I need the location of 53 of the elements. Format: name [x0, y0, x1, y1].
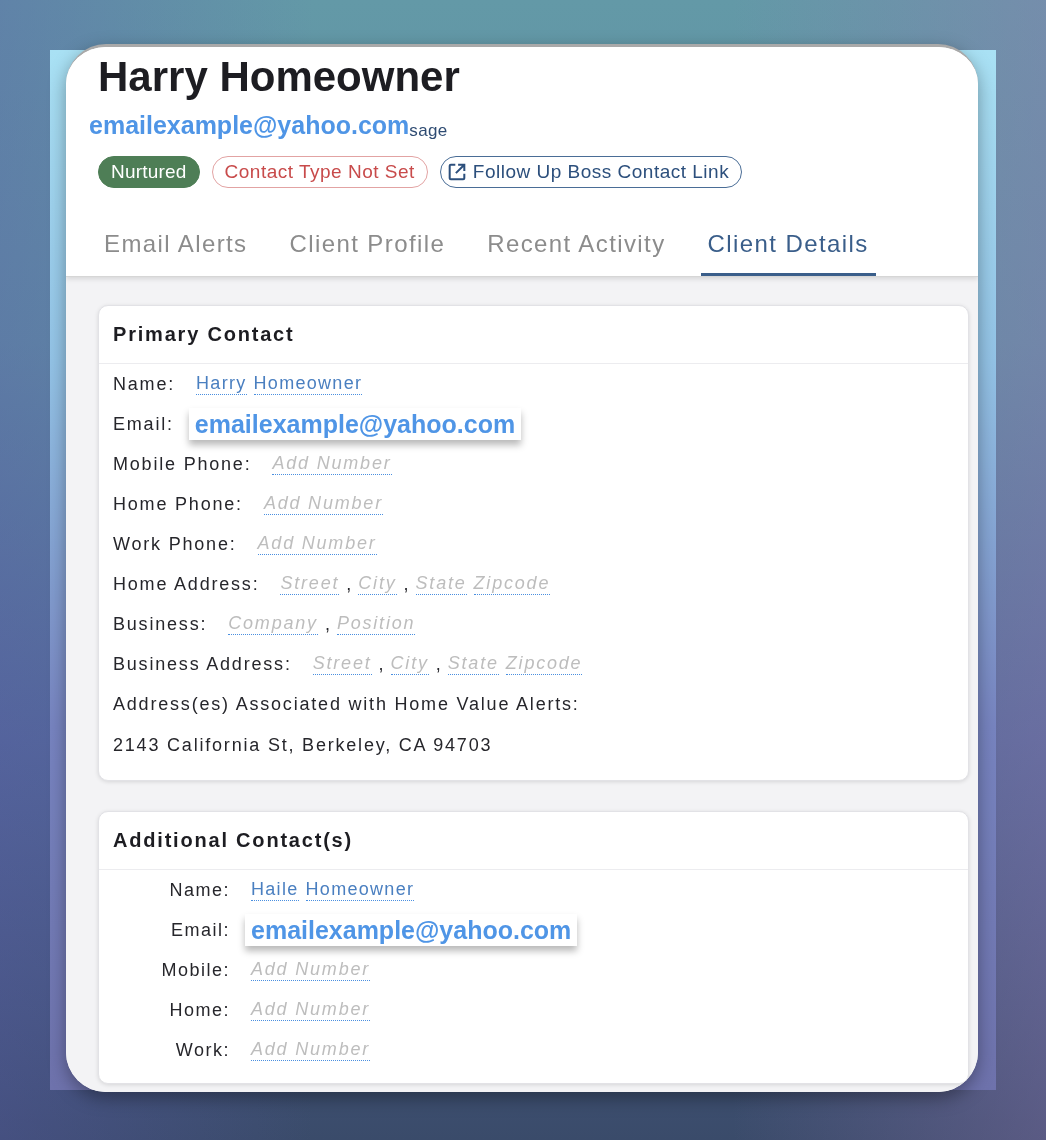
- inline-edit-field[interactable]: Add Number: [251, 1039, 371, 1061]
- field-label: Name:: [169, 879, 230, 901]
- inline-edit-field[interactable]: Homeowner: [253, 373, 363, 395]
- inline-edit-field[interactable]: Homeowner: [305, 879, 415, 901]
- field-label: Home Phone:: [113, 493, 243, 515]
- field-label: Mobile Phone:: [113, 453, 252, 475]
- address-text: 2143 California St, Berkeley, CA 94703: [113, 734, 493, 756]
- field-label: Address(es) Associated with Home Value Alerts:: [113, 693, 580, 715]
- inline-edit-field[interactable]: Haile: [251, 879, 299, 901]
- field-label: Email:: [171, 919, 230, 941]
- field-label: Mobile:: [161, 959, 230, 981]
- separator-text: ,: [378, 653, 384, 675]
- contact-link-button[interactable]: Follow Up Boss Contact Link: [439, 156, 743, 188]
- inline-edit-field[interactable]: Zipcode: [473, 573, 551, 595]
- contact-name: Harry Homeowner: [98, 52, 460, 102]
- separator-text: ,: [346, 573, 352, 595]
- inline-edit-field[interactable]: Zipcode: [505, 653, 583, 675]
- inline-edit-field[interactable]: Add Number: [272, 453, 392, 475]
- partial-text: sage: [409, 121, 448, 141]
- field-label: Business Address:: [113, 653, 292, 675]
- inline-edit-field[interactable]: State: [415, 573, 467, 595]
- inline-edit-field[interactable]: Add Number: [263, 493, 383, 515]
- inline-edit-field[interactable]: Company: [228, 613, 318, 635]
- card-title: Primary Contact: [113, 323, 295, 346]
- field-label: Home Address:: [113, 573, 260, 595]
- separator-text: ,: [403, 573, 409, 595]
- inline-edit-field[interactable]: City: [390, 653, 429, 675]
- external-link-icon: [447, 163, 466, 181]
- inline-edit-field[interactable]: Street: [312, 653, 372, 675]
- separator-text: ,: [324, 613, 330, 635]
- field-label: Work:: [175, 1039, 230, 1061]
- inline-edit-field[interactable]: Street: [280, 573, 340, 595]
- inline-edit-field[interactable]: Add Number: [251, 959, 371, 981]
- field-label: Name:: [113, 373, 175, 395]
- inline-edit-field[interactable]: Position: [336, 613, 416, 635]
- field-label: Home:: [169, 999, 230, 1021]
- status-badge: Nurtured: [98, 156, 200, 188]
- tab[interactable]: Recent Activity: [480, 215, 673, 276]
- field-label: Business:: [113, 613, 208, 635]
- email-text: emailexample@yahoo.com: [188, 408, 522, 440]
- field-label: Work Phone:: [113, 533, 237, 555]
- tab[interactable]: Email Alerts: [97, 215, 255, 276]
- field-label: Email:: [113, 413, 174, 435]
- inline-edit-field[interactable]: Harry: [196, 373, 247, 395]
- inline-edit-field[interactable]: Add Number: [251, 999, 371, 1021]
- inline-edit-field[interactable]: Add Number: [257, 533, 377, 555]
- card-title: Additional Contact(s): [113, 829, 353, 852]
- contact-type-badge: Contact Type Not Set: [211, 156, 428, 188]
- tab[interactable]: Client Profile: [282, 215, 453, 276]
- inline-edit-field[interactable]: State: [447, 653, 499, 675]
- email-text: emailexample@yahoo.com: [245, 914, 578, 946]
- separator-text: ,: [435, 653, 441, 675]
- inline-edit-field[interactable]: City: [358, 573, 397, 595]
